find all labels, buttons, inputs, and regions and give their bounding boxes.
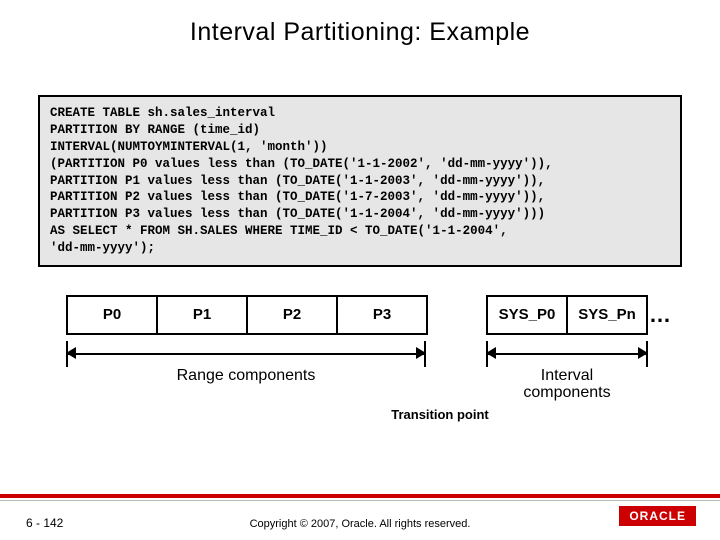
range-label: Range components (66, 367, 426, 385)
partition-diagram: P0 P1 P2 P3 SYS_P0 SYS_Pn … Range compon… (30, 295, 690, 425)
slide-footer: 6 - 142 Copyright © 2007, Oracle. All ri… (0, 494, 720, 540)
partition-sys-first: SYS_P0 (486, 295, 568, 335)
transition-point-label: Transition point (330, 407, 550, 422)
sql-code-block: CREATE TABLE sh.sales_interval PARTITION… (38, 95, 682, 267)
footer-thin-bar (0, 500, 720, 501)
interval-label: Interval components (486, 367, 648, 402)
partition-cells: P0 P1 P2 P3 SYS_P0 SYS_Pn … (30, 295, 690, 335)
partition-p3: P3 (336, 295, 428, 335)
ellipsis: … (646, 295, 674, 335)
partition-p2: P2 (246, 295, 338, 335)
partition-sys-last: SYS_Pn (566, 295, 648, 335)
footer-red-bar (0, 494, 720, 498)
partition-p1: P1 (156, 295, 248, 335)
oracle-logo: ORACLE (619, 506, 696, 526)
copyright-text: Copyright © 2007, Oracle. All rights res… (0, 518, 720, 530)
partition-p0: P0 (66, 295, 158, 335)
slide-title: Interval Partitioning: Example (0, 0, 720, 47)
